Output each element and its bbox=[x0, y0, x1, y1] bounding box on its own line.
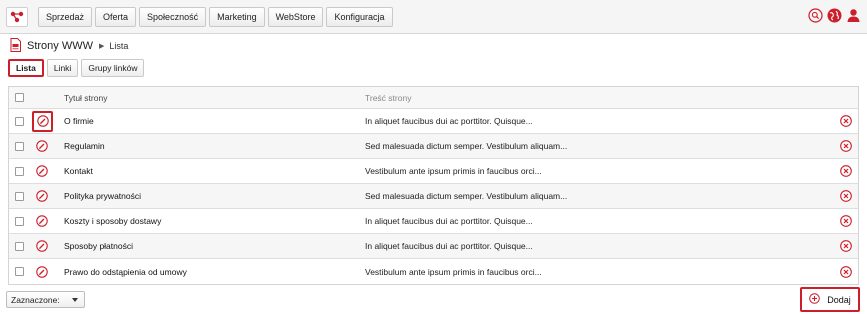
delete-icon[interactable] bbox=[839, 190, 852, 203]
tab-grupy-linkow[interactable]: Grupy linków bbox=[81, 59, 145, 77]
edit-icon[interactable] bbox=[33, 187, 51, 205]
page-content-cell: Sed malesuada dictum semper. Vestibulum … bbox=[365, 191, 568, 201]
edit-icon[interactable] bbox=[32, 110, 53, 132]
table-row: Prawo do odstąpienia od umowy Vestibulum… bbox=[9, 259, 858, 284]
row-checkbox[interactable] bbox=[15, 241, 24, 251]
column-header-title[interactable]: Tytuł strony bbox=[64, 93, 107, 103]
user-icon[interactable] bbox=[846, 8, 861, 23]
page-content-cell: Sed malesuada dictum semper. Vestibulum … bbox=[365, 141, 568, 151]
delete-icon[interactable] bbox=[839, 265, 852, 278]
add-button-label: Dodaj bbox=[827, 294, 851, 305]
globe-icon[interactable] bbox=[827, 8, 842, 23]
page-content-cell: In aliquet faucibus dui ac porttitor. Qu… bbox=[365, 216, 533, 226]
edit-icon[interactable] bbox=[33, 263, 51, 281]
edit-icon[interactable] bbox=[33, 212, 51, 230]
bulk-action-label: Zaznaczone: bbox=[11, 294, 60, 305]
nav-webstore[interactable]: WebStore bbox=[267, 7, 324, 27]
table-row: Polityka prywatności Sed malesuada dictu… bbox=[9, 184, 858, 209]
page-content-cell: Vestibulum ante ipsum primis in faucibus… bbox=[365, 166, 542, 176]
page-title-cell[interactable]: Prawo do odstąpienia od umowy bbox=[64, 267, 187, 277]
delete-icon[interactable] bbox=[839, 240, 852, 253]
row-checkbox[interactable] bbox=[15, 216, 24, 226]
delete-icon[interactable] bbox=[839, 140, 852, 153]
column-header-content[interactable]: Treść strony bbox=[365, 93, 411, 103]
row-checkbox[interactable] bbox=[15, 141, 24, 151]
page-content-cell: Vestibulum ante ipsum primis in faucibus… bbox=[365, 266, 542, 277]
page-title-cell[interactable]: Polityka prywatności bbox=[64, 191, 141, 201]
edit-icon[interactable] bbox=[33, 137, 51, 155]
add-circle-icon bbox=[809, 293, 821, 306]
row-checkbox[interactable] bbox=[15, 267, 24, 276]
select-all-checkbox[interactable] bbox=[15, 93, 24, 102]
table-row: O firmie In aliquet faucibus dui ac port… bbox=[9, 109, 858, 134]
page-content-cell: In aliquet faucibus dui ac porttitor. Qu… bbox=[365, 116, 533, 126]
page-content-cell: In aliquet faucibus dui ac porttitor. Qu… bbox=[365, 241, 533, 251]
nav-spolecznosc[interactable]: Społeczność bbox=[139, 7, 207, 27]
page-title-cell[interactable]: Sposoby płatności bbox=[64, 241, 133, 251]
breadcrumb-current: Lista bbox=[109, 41, 129, 51]
breadcrumb-separator-icon: ▶ bbox=[99, 43, 105, 50]
table-header: Tytuł strony Treść strony bbox=[9, 87, 858, 109]
delete-icon[interactable] bbox=[839, 115, 852, 128]
breadcrumb: Strony WWW ▶ Lista bbox=[10, 38, 128, 54]
row-checkbox[interactable] bbox=[15, 191, 24, 201]
tab-lista[interactable]: Lista bbox=[8, 59, 44, 77]
edit-icon[interactable] bbox=[33, 237, 51, 255]
tabs: Lista Linki Grupy linków bbox=[8, 59, 145, 77]
main-nav: Sprzedaż Oferta Społeczność Marketing We… bbox=[38, 7, 393, 27]
page-title-cell[interactable]: Kontakt bbox=[64, 166, 93, 176]
delete-icon[interactable] bbox=[839, 215, 852, 228]
row-checkbox[interactable] bbox=[15, 116, 24, 126]
top-icons bbox=[808, 8, 861, 23]
add-page-button[interactable]: Dodaj bbox=[800, 287, 860, 312]
row-checkbox[interactable] bbox=[15, 166, 24, 176]
table-row: Kontakt Vestibulum ante ipsum primis in … bbox=[9, 159, 858, 184]
nav-marketing[interactable]: Marketing bbox=[209, 7, 265, 27]
edit-icon[interactable] bbox=[33, 162, 51, 180]
table-row: Regulamin Sed malesuada dictum semper. V… bbox=[9, 134, 858, 159]
table-row: Koszty i sposoby dostawy In aliquet fauc… bbox=[9, 209, 858, 234]
nav-oferta[interactable]: Oferta bbox=[95, 7, 137, 27]
delete-icon[interactable] bbox=[839, 165, 852, 178]
app-logo-icon[interactable] bbox=[6, 7, 28, 27]
page-title-cell[interactable]: Regulamin bbox=[64, 141, 105, 151]
page-title-cell[interactable]: O firmie bbox=[64, 116, 94, 126]
nav-sprzedaz[interactable]: Sprzedaż bbox=[38, 7, 93, 27]
table-row: Sposoby płatności In aliquet faucibus du… bbox=[9, 234, 858, 259]
page-title-cell[interactable]: Koszty i sposoby dostawy bbox=[64, 216, 161, 226]
tab-linki[interactable]: Linki bbox=[46, 59, 79, 77]
chevron-down-icon bbox=[72, 298, 78, 302]
bulk-action-select[interactable]: Zaznaczone: bbox=[6, 291, 85, 308]
document-icon bbox=[10, 38, 21, 54]
page-title[interactable]: Strony WWW bbox=[27, 40, 93, 52]
search-icon[interactable] bbox=[808, 8, 823, 23]
nav-konfiguracja[interactable]: Konfiguracja bbox=[326, 7, 393, 27]
top-navigation-bar: Sprzedaż Oferta Społeczność Marketing We… bbox=[0, 0, 867, 34]
pages-table: Tytuł strony Treść strony O firmie In al… bbox=[8, 86, 859, 285]
